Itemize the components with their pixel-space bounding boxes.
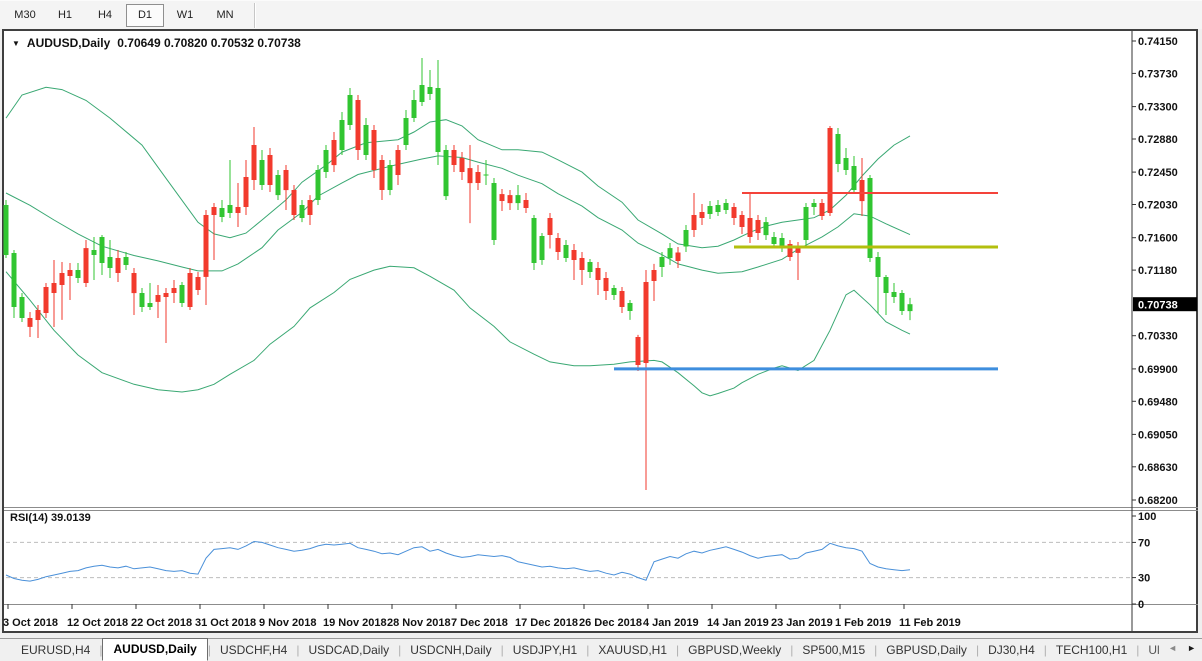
tab-scrollers: ◄ ► (1168, 643, 1196, 653)
chart-tab-eurusd-h4[interactable]: EURUSD,H4 (12, 641, 99, 659)
time-axis[interactable] (6, 606, 1131, 631)
chart-tab-usdcnh-daily[interactable]: USDCNH,Daily (401, 641, 500, 659)
timeframe-button-m30[interactable]: M30 (6, 4, 44, 27)
chart-tab-sp500-m15[interactable]: SP500,M15 (793, 641, 874, 659)
chart-tab-ul[interactable]: Ul (1139, 641, 1159, 659)
chart-tab-dj30-h4[interactable]: DJ30,H4 (979, 641, 1044, 659)
main-chart-area[interactable] (6, 31, 1131, 507)
timeframe-button-h4[interactable]: H4 (86, 4, 124, 27)
rsi-panel-area[interactable] (6, 511, 1131, 604)
chart-tab-bar: EURUSD,H4|AUDUSD,Daily|USDCHF,H4|USDCAD,… (0, 638, 1202, 661)
toolbar-separator (254, 3, 256, 28)
tab-scroll-left-icon[interactable]: ◄ (1168, 643, 1177, 653)
chart-tab-tech100-h1[interactable]: TECH100,H1 (1047, 641, 1136, 659)
chart-tab-audusd-daily[interactable]: AUDUSD,Daily (102, 638, 207, 661)
tab-scroll-right-icon[interactable]: ► (1187, 643, 1196, 653)
chart-tab-usdcad-daily[interactable]: USDCAD,Daily (299, 641, 398, 659)
chart-tab-gbpusd-weekly[interactable]: GBPUSD,Weekly (679, 641, 790, 659)
timeframe-button-w1[interactable]: W1 (166, 4, 204, 27)
price-axis[interactable] (1133, 31, 1200, 604)
timeframe-button-h1[interactable]: H1 (46, 4, 84, 27)
timeframe-toolbar: M30H1H4D1W1MN (0, 0, 1202, 29)
chart-tab-usdjpy-h1[interactable]: USDJPY,H1 (504, 641, 586, 659)
timeframe-button-d1[interactable]: D1 (126, 4, 164, 27)
chart-tab-usdchf-h4[interactable]: USDCHF,H4 (211, 641, 296, 659)
timeframe-button-mn[interactable]: MN (206, 4, 244, 27)
mt4-workspace: M30H1H4D1W1MN 0.741500.737300.733000.728… (0, 0, 1202, 661)
chart-tab-xauusd-h1[interactable]: XAUUSD,H1 (589, 641, 676, 659)
chart-tab-gbpusd-daily[interactable]: GBPUSD,Daily (877, 641, 976, 659)
